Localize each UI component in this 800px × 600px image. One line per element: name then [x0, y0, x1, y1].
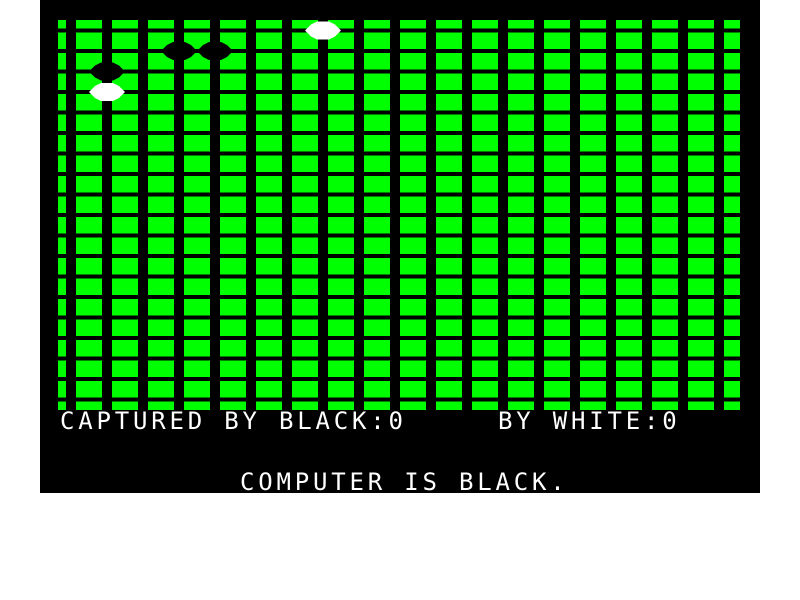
grid-line-horizontal	[58, 315, 740, 320]
captured-by-white-count: 0	[662, 407, 681, 435]
grid-line-horizontal	[58, 397, 740, 402]
capture-spacer	[407, 407, 498, 435]
grid-line-horizontal	[58, 274, 740, 279]
grid-line-horizontal	[58, 254, 740, 258]
game-screen: CAPTURED BY BLACK:0 BY WHITE:0 COMPUTER …	[40, 0, 760, 496]
grid-line-horizontal	[58, 295, 740, 299]
capture-counts: CAPTURED BY BLACK:0 BY WHITE:0	[60, 409, 681, 433]
grid-line-horizontal	[58, 233, 740, 238]
grid-line-horizontal	[58, 69, 740, 74]
grid-line-horizontal	[58, 131, 740, 135]
status-message: COMPUTER IS BLACK.	[240, 468, 569, 496]
captured-by-black-label: CAPTURED BY BLACK:	[60, 407, 389, 435]
grid-line-horizontal	[58, 356, 740, 361]
go-board[interactable]	[40, 0, 760, 410]
grid-line-horizontal	[58, 377, 740, 381]
grid-line-horizontal	[58, 28, 740, 33]
grid-line-horizontal	[58, 151, 740, 156]
grid-line-horizontal	[58, 90, 740, 94]
captured-by-white-label: BY WHITE:	[498, 407, 663, 435]
grid-line-horizontal	[58, 110, 740, 115]
grid-line-horizontal	[58, 336, 740, 340]
grid-line-horizontal	[58, 192, 740, 197]
captured-by-black-count: 0	[388, 407, 407, 435]
grid-line-horizontal	[58, 49, 740, 53]
grid-line-horizontal	[58, 172, 740, 176]
grid-line-horizontal	[58, 213, 740, 217]
